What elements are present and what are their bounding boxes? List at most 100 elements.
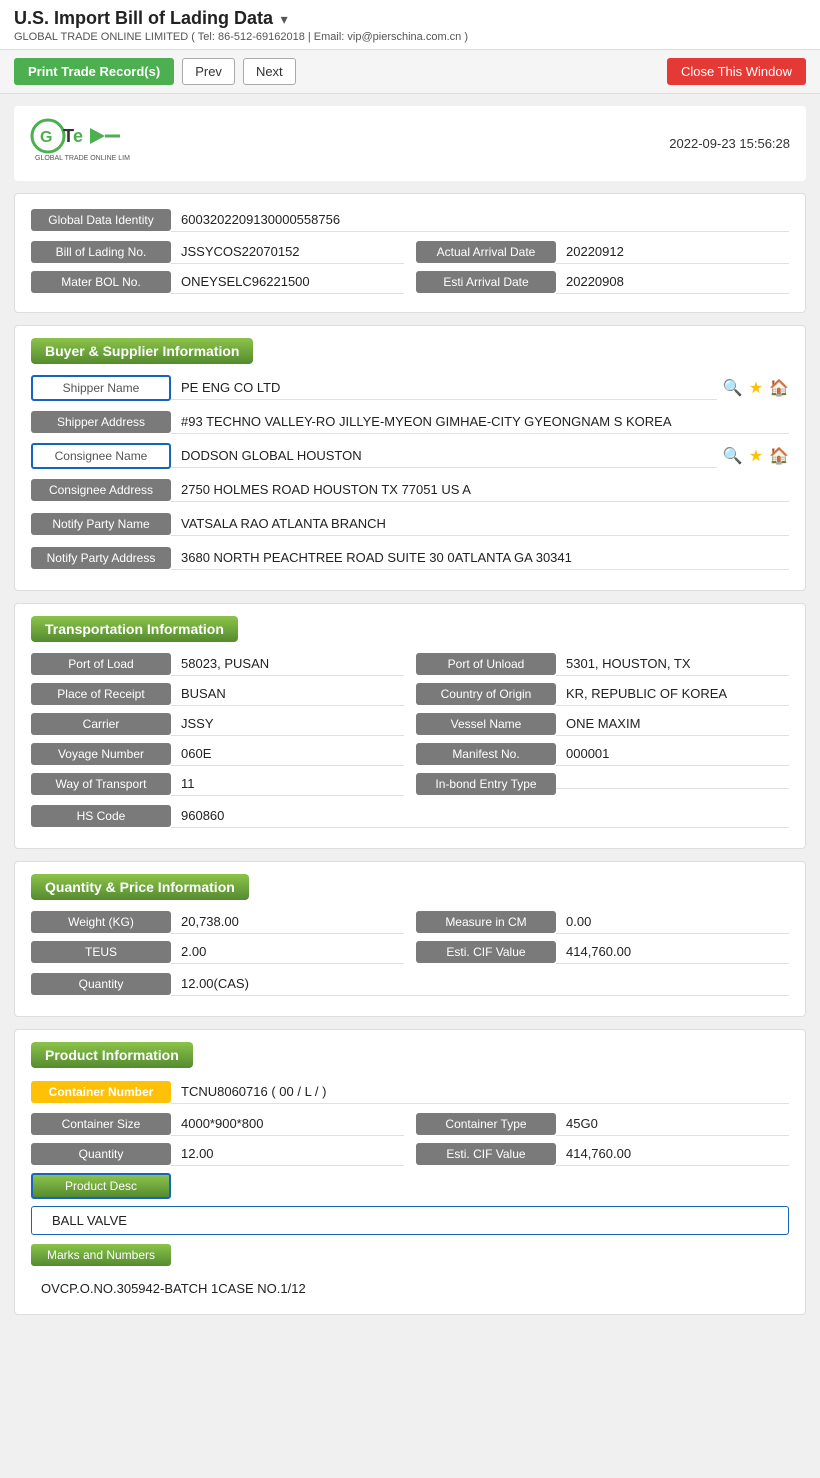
content-area: G T e GLOBAL TRADE ONLINE LIMITED 2022-0… bbox=[0, 94, 820, 1339]
consignee-star-icon[interactable]: ★ bbox=[749, 446, 763, 466]
logo-area: G T e GLOBAL TRADE ONLINE LIMITED bbox=[30, 116, 130, 171]
shipper-address-label: Shipper Address bbox=[31, 411, 171, 433]
manifest-no-label: Manifest No. bbox=[416, 743, 556, 765]
place-of-receipt-value: BUSAN bbox=[171, 682, 404, 706]
esti-cif-label: Esti. CIF Value bbox=[416, 941, 556, 963]
consignee-home-icon[interactable]: 🏠 bbox=[769, 446, 789, 466]
product-header: Product Information bbox=[31, 1042, 789, 1078]
bol-pair: Bill of Lading No. JSSYCOS22070152 bbox=[31, 240, 404, 264]
carrier-pair: Carrier JSSY bbox=[31, 712, 404, 736]
top-bar: U.S. Import Bill of Lading Data ▾ GLOBAL… bbox=[0, 0, 820, 50]
prev-button[interactable]: Prev bbox=[182, 58, 235, 85]
esti-arrival-value: 20220908 bbox=[556, 270, 789, 294]
global-data-label: Global Data Identity bbox=[31, 209, 171, 231]
product-cif-pair: Esti. CIF Value 414,760.00 bbox=[416, 1142, 789, 1166]
svg-text:GLOBAL TRADE ONLINE LIMITED: GLOBAL TRADE ONLINE LIMITED bbox=[35, 155, 130, 162]
container-size-value: 4000*900*800 bbox=[171, 1112, 404, 1136]
quantity-label: Quantity bbox=[31, 973, 171, 995]
container-size-type-row: Container Size 4000*900*800 Container Ty… bbox=[31, 1112, 789, 1136]
quantity-price-card: Quantity & Price Information Weight (KG)… bbox=[14, 861, 806, 1017]
port-load-pair: Port of Load 58023, PUSAN bbox=[31, 652, 404, 676]
shipper-search-icon[interactable]: 🔍 bbox=[723, 378, 743, 398]
hs-code-row: HS Code 960860 bbox=[31, 802, 789, 830]
product-title: Product Information bbox=[31, 1042, 193, 1068]
port-of-unload-label: Port of Unload bbox=[416, 653, 556, 675]
carrier-label: Carrier bbox=[31, 713, 171, 735]
bol-label: Bill of Lading No. bbox=[31, 241, 171, 263]
shipper-name-value: PE ENG CO LTD bbox=[171, 376, 717, 400]
bol-actual-row: Bill of Lading No. JSSYCOS22070152 Actua… bbox=[31, 240, 789, 264]
product-esti-cif-value: 414,760.00 bbox=[556, 1142, 789, 1166]
voyage-manifest-row: Voyage Number 060E Manifest No. 000001 bbox=[31, 742, 789, 766]
consignee-search-icon[interactable]: 🔍 bbox=[723, 446, 743, 466]
actual-arrival-pair: Actual Arrival Date 20220912 bbox=[416, 240, 789, 264]
esti-arrival-pair: Esti Arrival Date 20220908 bbox=[416, 270, 789, 294]
container-number-row: Container Number TCNU8060716 ( 00 / L / … bbox=[31, 1078, 789, 1106]
shipper-home-icon[interactable]: 🏠 bbox=[769, 378, 789, 398]
way-of-transport-value: 11 bbox=[171, 772, 404, 796]
esti-arrival-label: Esti Arrival Date bbox=[416, 271, 556, 293]
notify-party-name-row: Notify Party Name VATSALA RAO ATLANTA BR… bbox=[31, 510, 789, 538]
country-of-origin-label: Country of Origin bbox=[416, 683, 556, 705]
consignee-address-row: Consignee Address 2750 HOLMES ROAD HOUST… bbox=[31, 476, 789, 504]
port-of-load-value: 58023, PUSAN bbox=[171, 652, 404, 676]
container-number-value: TCNU8060716 ( 00 / L / ) bbox=[171, 1080, 789, 1104]
container-type-value: 45G0 bbox=[556, 1112, 789, 1136]
datetime: 2022-09-23 15:56:28 bbox=[669, 136, 790, 151]
quantity-row: Quantity 12.00(CAS) bbox=[31, 970, 789, 998]
marks-value-row: OVCP.O.NO.305942-BATCH 1CASE NO.1/12 bbox=[31, 1275, 789, 1302]
measure-pair: Measure in CM 0.00 bbox=[416, 910, 789, 934]
global-data-row: Global Data Identity 6003202209130000558… bbox=[31, 206, 789, 234]
product-desc-value-row: BALL VALVE bbox=[31, 1206, 789, 1235]
master-bol-pair: Mater BOL No. ONEYSELC96221500 bbox=[31, 270, 404, 294]
voyage-number-value: 060E bbox=[171, 742, 404, 766]
master-bol-label: Mater BOL No. bbox=[31, 271, 171, 293]
in-bond-entry-label: In-bond Entry Type bbox=[416, 773, 556, 795]
marks-and-numbers-label: Marks and Numbers bbox=[31, 1244, 171, 1266]
receipt-origin-row: Place of Receipt BUSAN Country of Origin… bbox=[31, 682, 789, 706]
measure-label: Measure in CM bbox=[416, 911, 556, 933]
product-card: Product Information Container Number TCN… bbox=[14, 1029, 806, 1315]
consignee-name-value: DODSON GLOBAL HOUSTON bbox=[171, 444, 717, 468]
print-button[interactable]: Print Trade Record(s) bbox=[14, 58, 174, 85]
vessel-name-label: Vessel Name bbox=[416, 713, 556, 735]
global-data-value: 6003202209130000558756 bbox=[171, 208, 789, 232]
transport-bond-row: Way of Transport 11 In-bond Entry Type bbox=[31, 772, 789, 796]
teus-cif-row: TEUS 2.00 Esti. CIF Value 414,760.00 bbox=[31, 940, 789, 964]
product-desc-label: Product Desc bbox=[31, 1173, 171, 1199]
marks-value: OVCP.O.NO.305942-BATCH 1CASE NO.1/12 bbox=[41, 1281, 306, 1296]
vessel-name-pair: Vessel Name ONE MAXIM bbox=[416, 712, 789, 736]
teus-pair: TEUS 2.00 bbox=[31, 940, 404, 964]
carrier-value: JSSY bbox=[171, 712, 404, 736]
in-bond-entry-value bbox=[556, 780, 789, 789]
port-row: Port of Load 58023, PUSAN Port of Unload… bbox=[31, 652, 789, 676]
actual-arrival-label: Actual Arrival Date bbox=[416, 241, 556, 263]
consignee-name-row: Consignee Name DODSON GLOBAL HOUSTON 🔍 ★… bbox=[31, 442, 789, 470]
shipper-name-row: Shipper Name PE ENG CO LTD 🔍 ★ 🏠 bbox=[31, 374, 789, 402]
identity-card: Global Data Identity 6003202209130000558… bbox=[14, 193, 806, 313]
weight-pair: Weight (KG) 20,738.00 bbox=[31, 910, 404, 934]
shipper-star-icon[interactable]: ★ bbox=[749, 378, 763, 398]
carrier-vessel-row: Carrier JSSY Vessel Name ONE MAXIM bbox=[31, 712, 789, 736]
product-quantity-value: 12.00 bbox=[171, 1142, 404, 1166]
consignee-name-label: Consignee Name bbox=[31, 443, 171, 469]
header-row: G T e GLOBAL TRADE ONLINE LIMITED 2022-0… bbox=[14, 106, 806, 181]
voyage-pair: Voyage Number 060E bbox=[31, 742, 404, 766]
master-bol-value: ONEYSELC96221500 bbox=[171, 270, 404, 294]
buyer-supplier-header: Buyer & Supplier Information bbox=[31, 338, 789, 374]
consignee-address-value: 2750 HOLMES ROAD HOUSTON TX 77051 US A bbox=[171, 478, 789, 502]
hs-code-value: 960860 bbox=[171, 804, 789, 828]
actual-arrival-value: 20220912 bbox=[556, 240, 789, 264]
next-button[interactable]: Next bbox=[243, 58, 296, 85]
way-transport-pair: Way of Transport 11 bbox=[31, 772, 404, 796]
notify-party-address-row: Notify Party Address 3680 NORTH PEACHTRE… bbox=[31, 544, 789, 572]
measure-value: 0.00 bbox=[556, 910, 789, 934]
close-button[interactable]: Close This Window bbox=[667, 58, 806, 85]
product-qty-cif-row: Quantity 12.00 Esti. CIF Value 414,760.0… bbox=[31, 1142, 789, 1166]
product-desc-label-row: Product Desc bbox=[31, 1172, 789, 1200]
product-qty-pair: Quantity 12.00 bbox=[31, 1142, 404, 1166]
country-of-origin-value: KR, REPUBLIC OF KOREA bbox=[556, 682, 789, 706]
subtitle: GLOBAL TRADE ONLINE LIMITED ( Tel: 86-51… bbox=[14, 31, 806, 43]
shipper-address-row: Shipper Address #93 TECHNO VALLEY-RO JIL… bbox=[31, 408, 789, 436]
company-logo: G T e GLOBAL TRADE ONLINE LIMITED bbox=[30, 116, 130, 168]
